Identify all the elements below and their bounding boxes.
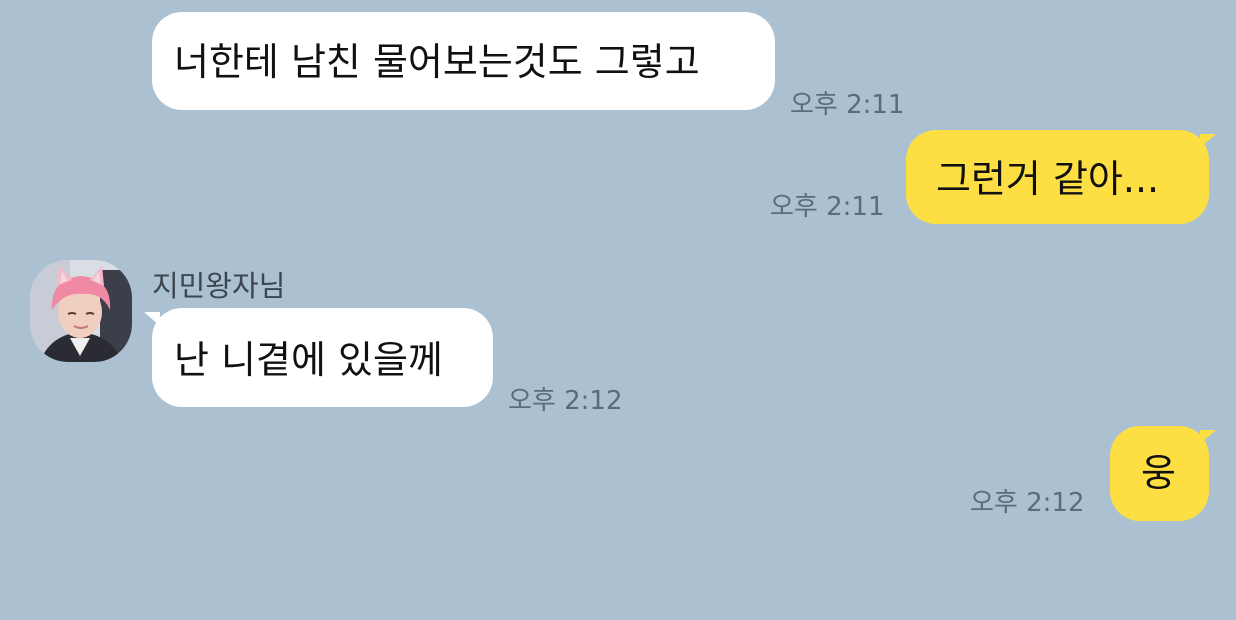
message-text: 웅 xyxy=(1141,451,1176,495)
message-timestamp: 오후 2:12 xyxy=(508,386,623,416)
bubble-tail xyxy=(1200,430,1216,444)
message-bubble[interactable]: 난 니곁에 있을께 xyxy=(152,308,493,407)
bubble-tail xyxy=(1200,134,1216,148)
chat-room: { "messages": [ { "direction": "incoming… xyxy=(0,0,1236,620)
message-text: 너한테 남친 물어보는것도 그렇고 xyxy=(174,40,700,84)
avatar[interactable] xyxy=(30,260,132,362)
message-text: 난 니곁에 있을께 xyxy=(174,338,443,382)
message-bubble[interactable]: 그런거 같아... xyxy=(906,130,1209,224)
message-timestamp: 오후 2:11 xyxy=(790,90,905,120)
message-bubble[interactable]: 웅 xyxy=(1110,426,1209,521)
profile-photo xyxy=(30,260,132,362)
message-text: 그런거 같아... xyxy=(936,157,1160,201)
message-bubble[interactable]: 너한테 남친 물어보는것도 그렇고 xyxy=(152,12,775,110)
message-timestamp: 오후 2:11 xyxy=(770,192,885,222)
message-timestamp: 오후 2:12 xyxy=(970,488,1085,518)
sender-name: 지민왕자님 xyxy=(152,269,286,303)
